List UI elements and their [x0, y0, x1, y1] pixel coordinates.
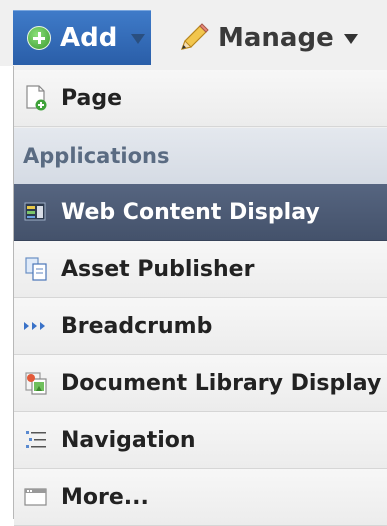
menu-item-label: Breadcrumb	[61, 313, 213, 339]
more-icon	[23, 484, 49, 510]
manage-button-label: Manage	[218, 23, 334, 53]
chevron-down-icon	[131, 33, 146, 44]
menu-item-label: Page	[61, 85, 123, 111]
menu-item-asset-publisher[interactable]: Asset Publisher	[14, 241, 387, 298]
navigation-icon	[23, 427, 49, 453]
menu-item-web-content-display[interactable]: Web Content Display	[14, 184, 387, 241]
add-button[interactable]: Add	[13, 10, 151, 65]
manage-button[interactable]: Manage	[176, 12, 358, 64]
menu-item-label: More...	[61, 484, 149, 510]
menu-item-breadcrumb[interactable]: Breadcrumb	[14, 298, 387, 355]
plus-icon	[27, 25, 51, 50]
menu-item-navigation[interactable]: Navigation	[14, 412, 387, 469]
menu-item-label: Navigation	[61, 427, 196, 453]
dockbar: Add Manage	[0, 0, 387, 66]
web-content-icon	[23, 199, 49, 225]
section-header-applications: Applications	[14, 128, 387, 185]
add-button-label: Add	[60, 22, 118, 53]
section-header-label: Applications	[23, 144, 170, 168]
add-menu: Page Applications Web Content Display As…	[13, 66, 387, 526]
menu-item-label: Document Library Display	[61, 370, 382, 396]
add-page-icon	[23, 85, 49, 111]
menu-item-label: Asset Publisher	[61, 256, 255, 282]
asset-publisher-icon	[23, 256, 49, 282]
pencil-icon	[181, 23, 209, 50]
menu-item-page[interactable]: Page	[14, 70, 387, 127]
document-library-icon	[23, 370, 49, 396]
menu-item-document-library-display[interactable]: Document Library Display	[14, 355, 387, 412]
menu-item-label: Web Content Display	[61, 199, 320, 225]
menu-item-more[interactable]: More...	[14, 469, 387, 526]
chevron-down-icon	[343, 34, 358, 44]
breadcrumb-icon	[23, 313, 49, 339]
